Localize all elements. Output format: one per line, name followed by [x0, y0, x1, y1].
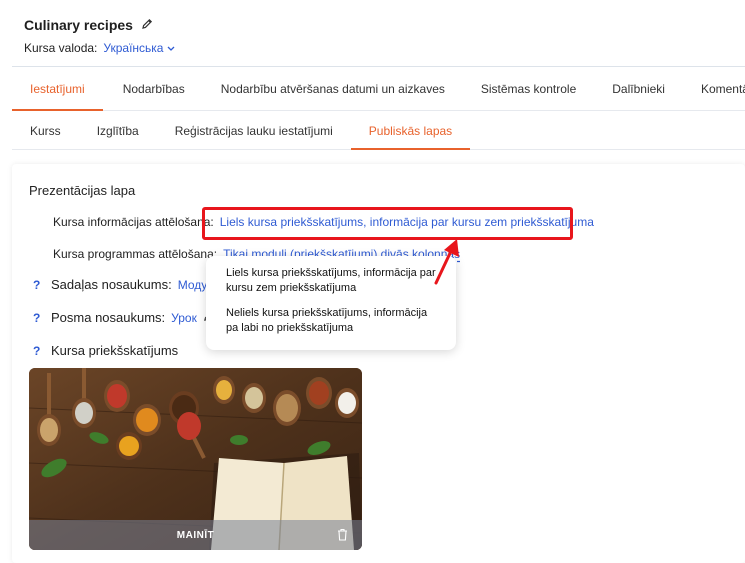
section-title: Prezentācijas lapa [29, 183, 136, 198]
course-title-row: Culinary recipes [24, 17, 175, 33]
subtab-public-pages[interactable]: Publiskās lapas [350, 112, 471, 150]
subtab-registration-fields[interactable]: Reģistrācijas lauku iestatījumi [157, 112, 351, 149]
highlight-annotation [202, 207, 573, 240]
tab-system-control[interactable]: Sistēmas kontrole [463, 67, 594, 110]
help-icon[interactable]: ? [33, 344, 45, 358]
course-info-display-dropdown: Liels kursa priekšskatījums, informācija… [206, 256, 456, 350]
tab-comments[interactable]: Komentāri [683, 67, 745, 110]
course-preview-label: Kursa priekšskatījums [51, 343, 179, 358]
settings-subtabs: Kurss Izglītība Reģistrācijas lauku iest… [12, 112, 745, 150]
subtab-course[interactable]: Kurss [12, 112, 79, 149]
tab-lessons[interactable]: Nodarbības [103, 67, 203, 110]
preview-footer: MAINĪT [29, 520, 362, 550]
step-name-row: ? Posma nosaukums: Урок [33, 310, 214, 325]
dropdown-option-large-preview[interactable]: Liels kursa priekšskatījums, informācija… [226, 266, 436, 296]
main-tabs: Iestatījumi Nodarbības Nodarbību atvērša… [12, 66, 745, 111]
change-image-button[interactable]: MAINĪT [177, 530, 214, 541]
dropdown-option-small-preview[interactable]: Neliels kursa priekšskatījums, informāci… [226, 306, 436, 336]
tab-lesson-dates[interactable]: Nodarbību atvēršanas datumi un aizkaves [203, 67, 463, 110]
trash-icon[interactable] [337, 528, 348, 546]
subtab-education[interactable]: Izglītība [79, 112, 157, 149]
arrow-annotation-icon [430, 237, 462, 292]
step-name-value[interactable]: Урок [171, 311, 197, 325]
section-name-row: ? Sadaļas nosaukums: Модули [33, 277, 221, 292]
course-preview-image[interactable]: MAINĪT [29, 368, 362, 550]
course-preview-row: ? Kursa priekšskatījums [33, 343, 178, 358]
course-header: Culinary recipes Kursa valoda: Українськ… [24, 17, 175, 55]
help-icon[interactable]: ? [33, 311, 45, 325]
tab-participants[interactable]: Dalībnieki [594, 67, 683, 110]
tab-settings[interactable]: Iestatījumi [12, 67, 103, 111]
program-display-label: Kursa programmas attēlošana: [53, 247, 218, 261]
edit-title-pencil-icon[interactable] [141, 17, 153, 33]
course-title: Culinary recipes [24, 17, 133, 33]
step-name-label: Posma nosaukums: [51, 310, 166, 325]
section-name-label: Sadaļas nosaukums: [51, 277, 172, 292]
course-language-label: Kursa valoda: [24, 41, 98, 55]
help-icon[interactable]: ? [33, 278, 45, 292]
course-info-display-label: Kursa informācijas attēlošana: [53, 215, 214, 229]
chevron-down-icon [167, 41, 175, 55]
course-language-row: Kursa valoda: Українська [24, 41, 175, 55]
course-language-select[interactable]: Українська [103, 41, 175, 55]
course-language-value: Українська [103, 41, 164, 55]
